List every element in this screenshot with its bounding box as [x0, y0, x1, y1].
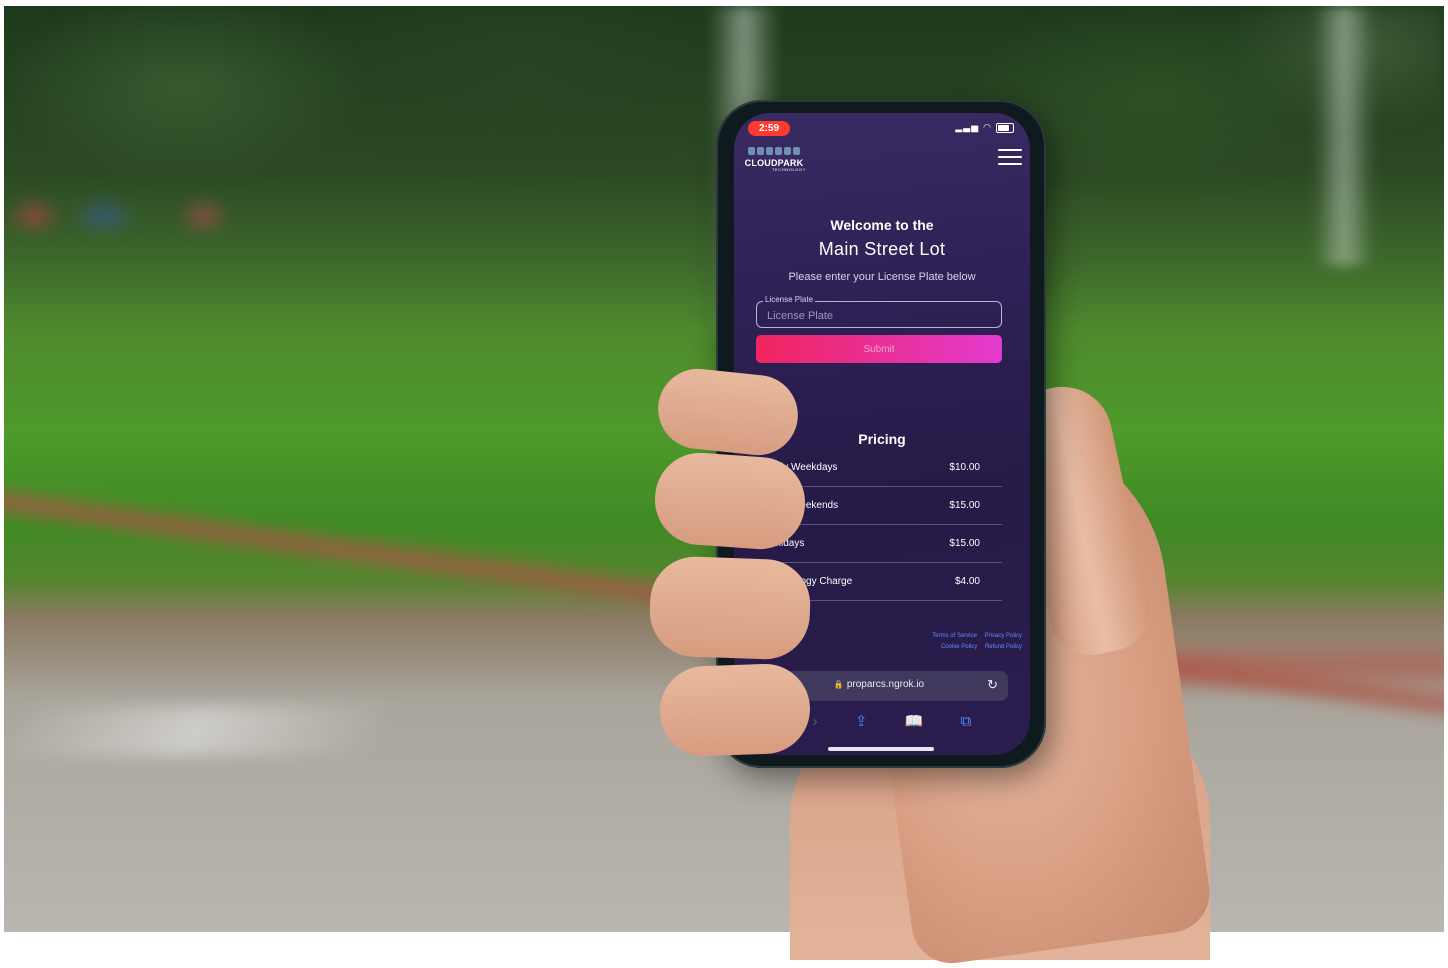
- blurred-people: [4, 176, 264, 256]
- price-value: $4.00: [954, 576, 980, 587]
- price-value: $15.00: [949, 538, 980, 549]
- hamburger-menu-icon[interactable]: [998, 149, 1022, 165]
- road-marking: [4, 706, 399, 756]
- hand-finger: [648, 555, 812, 661]
- license-plate-label: License Plate: [763, 295, 816, 304]
- status-time: 2:59: [748, 121, 790, 136]
- submit-button[interactable]: Submit: [756, 335, 1002, 363]
- lot-name: Main Street Lot: [818, 239, 946, 259]
- signal-icon: ▂▃▅: [955, 122, 980, 132]
- reload-icon[interactable]: ↻: [987, 677, 998, 693]
- logo-mark-icon: [738, 147, 810, 155]
- status-icons: ▂▃▅ ◠: [955, 122, 1014, 133]
- license-plate-input[interactable]: [765, 307, 997, 325]
- hand-finger: [651, 449, 809, 553]
- forward-icon[interactable]: ›: [813, 713, 818, 730]
- url-text: proparcs.ngrok.io: [846, 679, 925, 690]
- wifi-icon: ◠: [983, 122, 992, 132]
- battery-icon: [996, 122, 1014, 133]
- hand-finger: [658, 662, 812, 758]
- license-plate-field: License Plate: [756, 295, 1002, 328]
- cookie-link[interactable]: Cookie Policy: [941, 644, 977, 650]
- privacy-link[interactable]: Privacy Policy: [985, 633, 1022, 639]
- blurred-pole: [1314, 6, 1374, 266]
- terms-link[interactable]: Terms of Service: [932, 633, 977, 639]
- refund-link[interactable]: Refund Policy: [985, 644, 1022, 650]
- home-indicator: [828, 747, 934, 751]
- price-value: $15.00: [949, 500, 980, 511]
- instructions-text: Please enter your License Plate below: [788, 271, 976, 283]
- bookmarks-icon[interactable]: 📖: [905, 712, 924, 730]
- footer-links: Terms of Service Privacy Policy Cookie P…: [926, 631, 1022, 653]
- welcome-heading: Welcome to the: [830, 217, 934, 233]
- price-value: $10.00: [949, 462, 980, 473]
- cloudpark-logo: CLOUDPARK TECHNOLOGY: [738, 147, 810, 172]
- lock-icon: 🔒: [833, 680, 844, 689]
- share-icon[interactable]: ⇪: [855, 712, 868, 730]
- status-bar: 2:59 ▂▃▅ ◠: [734, 113, 1030, 141]
- tabs-icon[interactable]: ⧉: [961, 713, 972, 730]
